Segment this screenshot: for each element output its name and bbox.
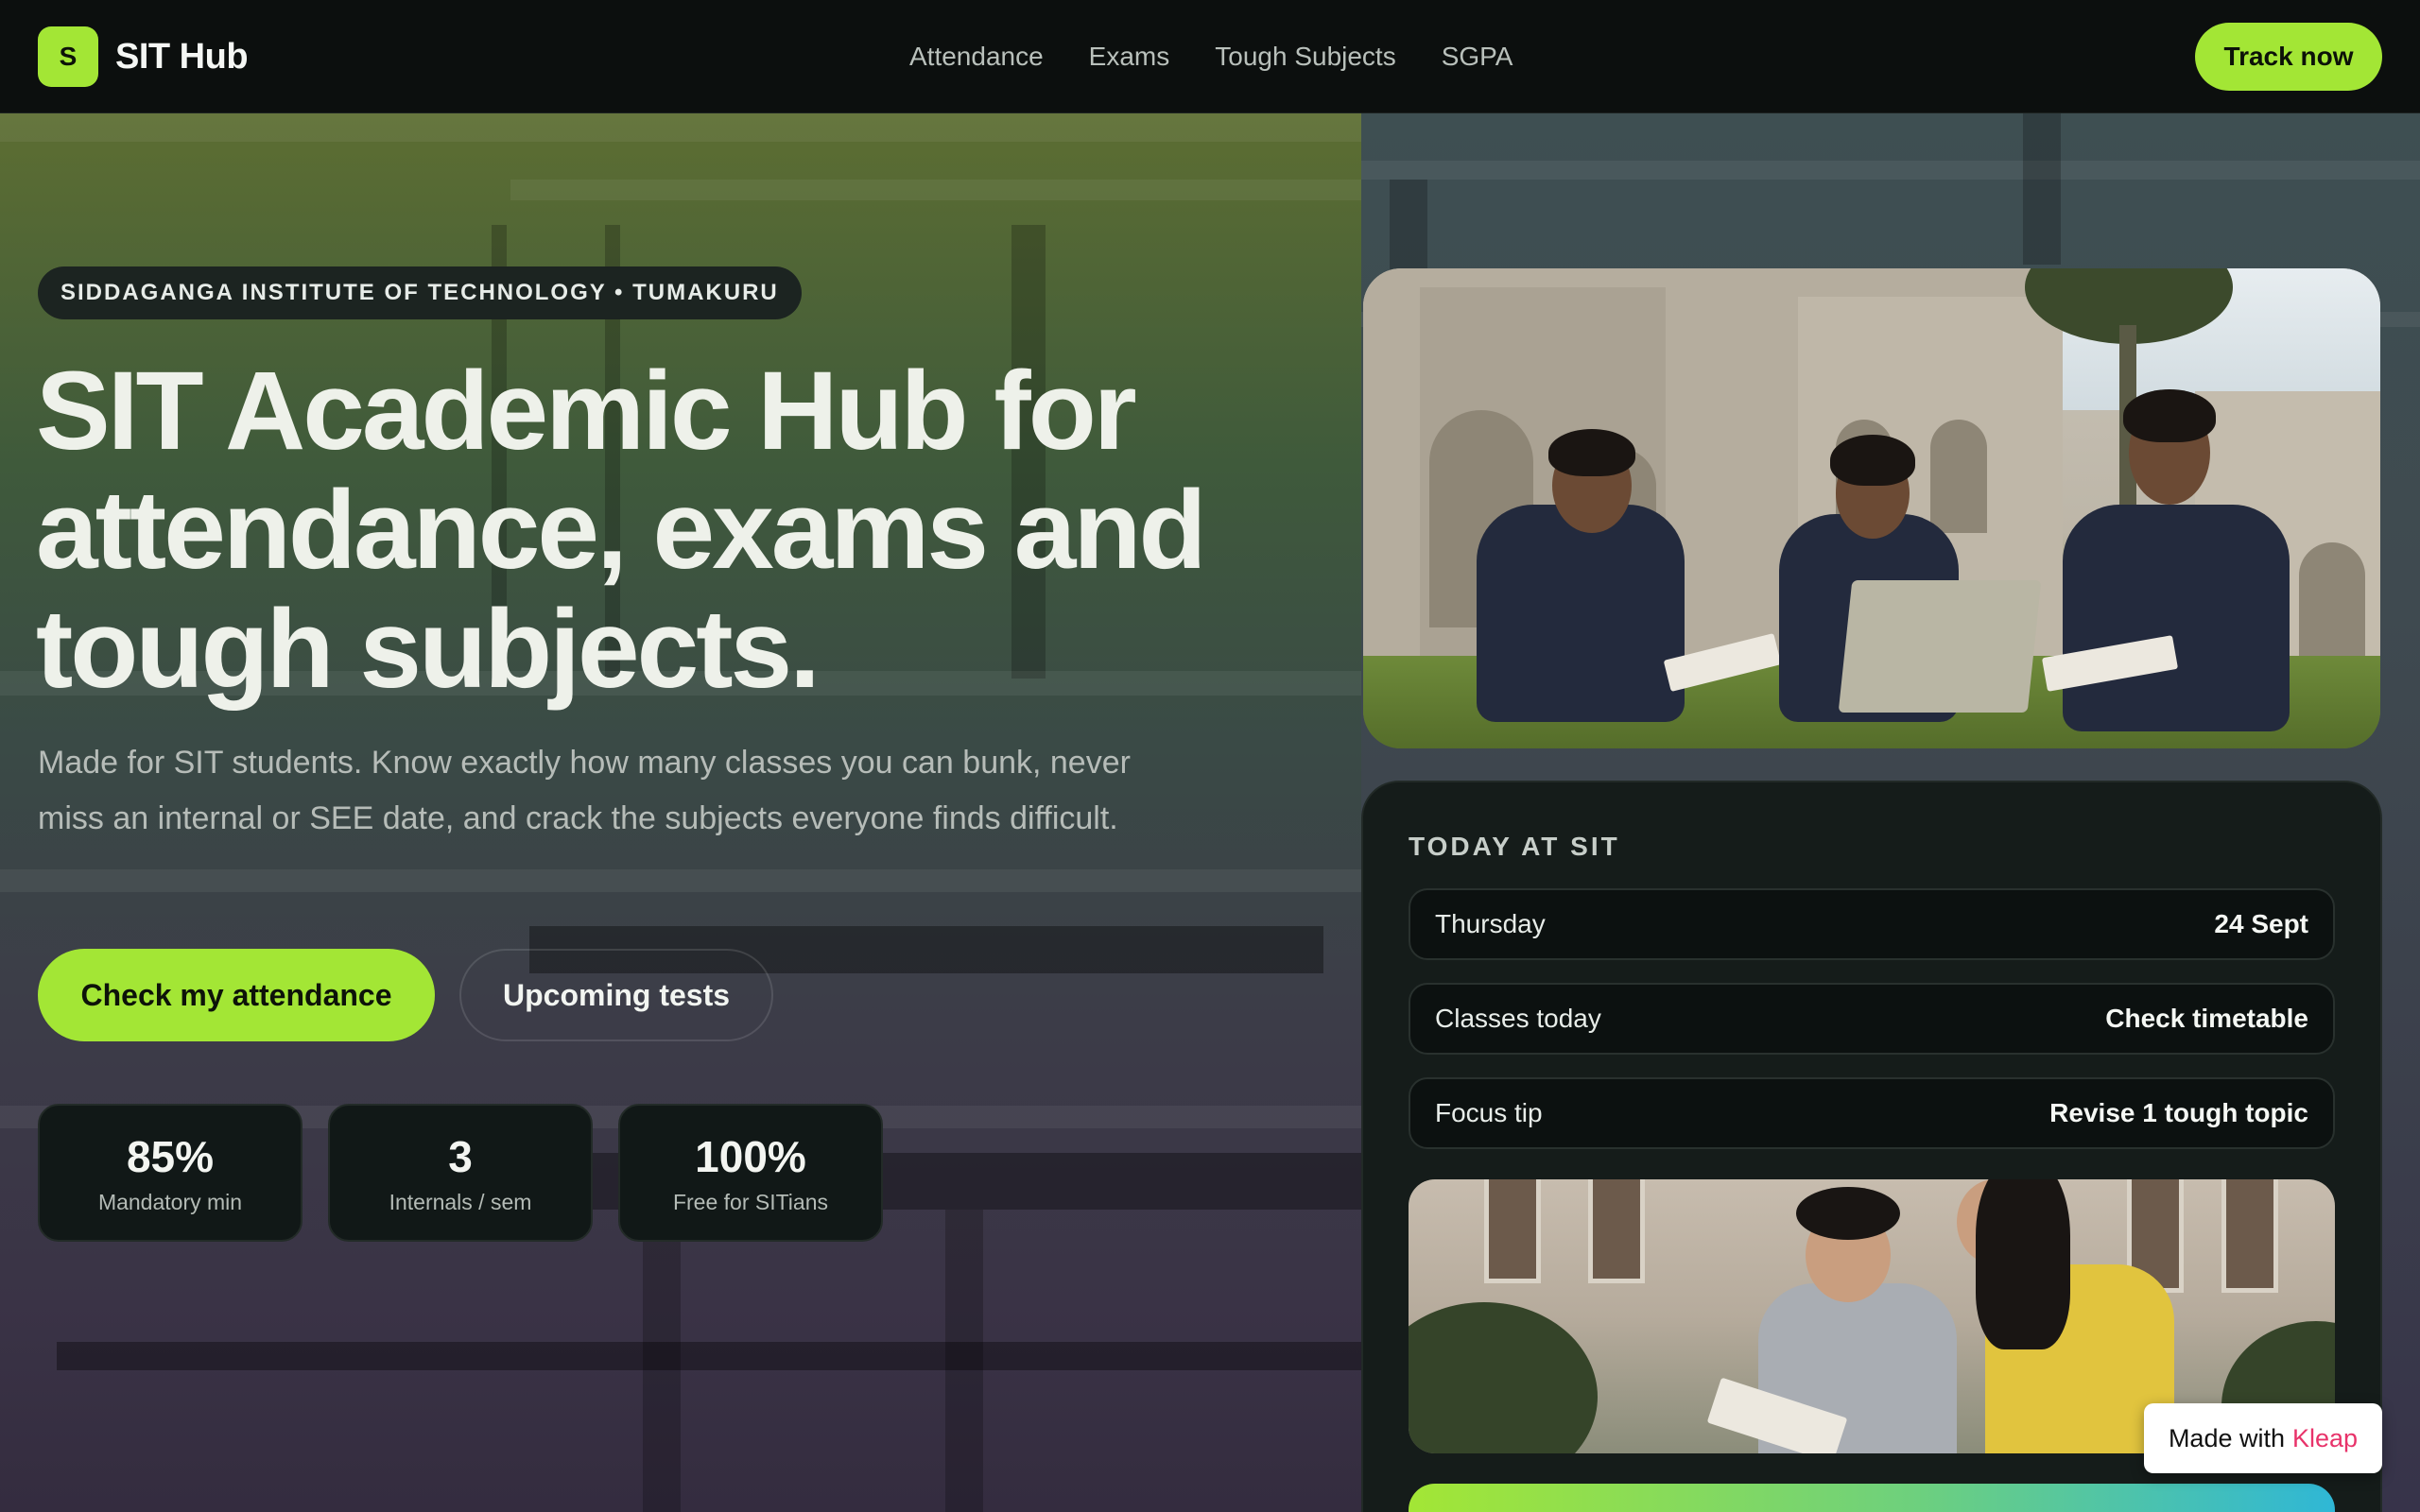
made-with-badge[interactable]: Made with Kleap: [2144, 1403, 2382, 1473]
nav-link-exams[interactable]: Exams: [1089, 42, 1170, 72]
today-row-day: Thursday 24 Sept: [1409, 888, 2335, 960]
stat-label: Free for SITians: [672, 1189, 829, 1214]
upcoming-tests-button[interactable]: Upcoming tests: [459, 949, 773, 1041]
row-label: Classes today: [1435, 1004, 1601, 1033]
track-now-button[interactable]: Track now: [2195, 23, 2382, 91]
stat-value: 85%: [126, 1131, 215, 1181]
logo[interactable]: S SIT Hub: [38, 26, 249, 87]
stat-card-free: 100% Free for SITians: [618, 1104, 883, 1242]
badge-prefix: Made with: [2168, 1423, 2285, 1452]
nav-links: Attendance Exams Tough Subjects SGPA: [909, 0, 1512, 113]
badge-brand: Kleap: [2292, 1423, 2359, 1452]
gradient-banner[interactable]: [1409, 1484, 2335, 1512]
row-value[interactable]: Check timetable: [2105, 1004, 2308, 1034]
nav-link-attendance[interactable]: Attendance: [909, 42, 1044, 72]
stat-label: Mandatory min: [97, 1189, 243, 1214]
brand-name: SIT Hub: [115, 36, 249, 77]
top-nav: S SIT Hub Attendance Exams Tough Subject…: [0, 0, 2420, 113]
row-label: Focus tip: [1435, 1098, 1543, 1127]
logo-mark: S: [38, 26, 98, 87]
row-label: Thursday: [1435, 909, 1546, 938]
today-card: TODAY AT SIT Thursday 24 Sept Classes to…: [1361, 781, 2382, 1512]
nav-link-tough-subjects[interactable]: Tough Subjects: [1215, 42, 1395, 72]
nav-link-sgpa[interactable]: SGPA: [1442, 42, 1513, 72]
institute-badge: SIDDAGANGA INSTITUTE OF TECHNOLOGY • TUM…: [38, 266, 802, 319]
stat-value: 3: [448, 1131, 473, 1181]
stat-card-internals: 3 Internals / sem: [328, 1104, 593, 1242]
hero-subtext: Made for SIT students. Know exactly how …: [38, 745, 1131, 836]
today-row-focus: Focus tip Revise 1 tough topic: [1409, 1077, 2335, 1149]
row-value: Revise 1 tough topic: [2049, 1098, 2308, 1127]
check-attendance-button[interactable]: Check my attendance: [38, 949, 435, 1041]
students-studying-campus-image: [1363, 268, 2380, 748]
today-title: TODAY AT SIT: [1409, 832, 1620, 861]
stat-value: 100%: [695, 1131, 806, 1181]
today-row-classes[interactable]: Classes today Check timetable: [1409, 983, 2335, 1055]
row-value: 24 Sept: [2214, 909, 2308, 938]
stat-label: Internals / sem: [389, 1189, 532, 1214]
hero-headline: SIT Academic Hub for attendance, exams a…: [36, 349, 1207, 712]
stat-card-mandatory: 85% Mandatory min: [38, 1104, 302, 1242]
